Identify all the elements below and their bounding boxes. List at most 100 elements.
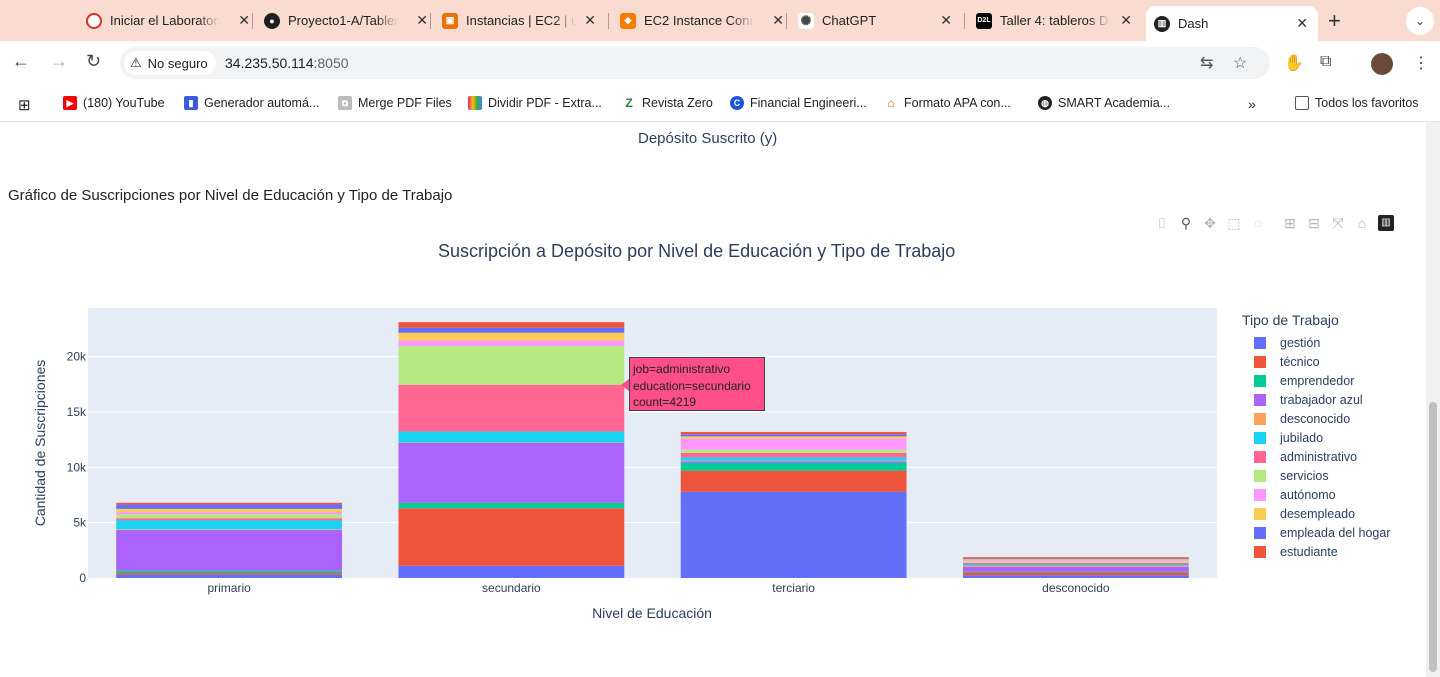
bar-segment[interactable] <box>398 327 625 333</box>
bookmark-formato-apa[interactable]: ⌂ Formato APA con... <box>884 96 1011 110</box>
bar-segment[interactable] <box>398 565 625 578</box>
legend-item[interactable]: desconocido <box>1242 409 1391 428</box>
bar-segment[interactable] <box>116 514 343 519</box>
bar-segment[interactable] <box>680 461 907 463</box>
bar-segment[interactable] <box>962 566 1189 572</box>
legend-item[interactable]: servicios <box>1242 466 1391 485</box>
translate-icon[interactable]: ⇆ <box>1200 53 1213 73</box>
bar-segment[interactable] <box>398 443 625 503</box>
forward-arrow-icon[interactable]: → <box>50 51 68 72</box>
bar-segment[interactable] <box>962 565 1189 567</box>
star-bookmark-icon[interactable]: ☆ <box>1233 53 1247 73</box>
legend-item[interactable]: emprendedor <box>1242 371 1391 390</box>
bar-segment[interactable] <box>398 384 625 432</box>
bar-segment[interactable] <box>116 529 343 571</box>
legend-item[interactable]: administrativo <box>1242 447 1391 466</box>
legend-item[interactable]: empleada del hogar <box>1242 523 1391 542</box>
bar-segment[interactable] <box>962 558 1189 560</box>
apps-grid-icon[interactable]: ⊞ <box>18 96 31 114</box>
bar-segment[interactable] <box>680 462 907 471</box>
bar-segment[interactable] <box>398 340 625 346</box>
bar-segment[interactable] <box>962 564 1189 566</box>
bar-segment[interactable] <box>116 508 343 513</box>
profile-avatar[interactable] <box>1371 53 1393 75</box>
bar-segment[interactable] <box>680 434 907 437</box>
bar-segment[interactable] <box>116 573 343 575</box>
page-scrollbar[interactable] <box>1426 122 1440 677</box>
bookmark-smart-academia[interactable]: ◍ SMART Academia... <box>1038 96 1170 110</box>
extension-icon[interactable]: ✋ <box>1284 53 1304 73</box>
tab-chatgpt[interactable]: ✺ ChatGPT ✕ <box>798 6 958 35</box>
close-icon[interactable]: ✕ <box>1296 15 1308 32</box>
bookmark-youtube[interactable]: ▶ (180) YouTube <box>63 96 165 110</box>
tab-ec2-instance-connect[interactable]: ◆ EC2 Instance Connect ✕ <box>620 6 790 35</box>
legend-item[interactable]: autónomo <box>1242 485 1391 504</box>
bar-segment[interactable] <box>680 457 907 461</box>
bar-segment[interactable] <box>398 508 625 566</box>
address-bar[interactable]: ⚠ No seguro 34.235.50.114:8050 ⇆ ☆ <box>120 47 1270 79</box>
back-arrow-icon[interactable]: ← <box>12 51 30 72</box>
bar-segment[interactable] <box>680 436 907 439</box>
bar-segment[interactable] <box>680 449 907 453</box>
legend-item[interactable]: estudiante <box>1242 542 1391 561</box>
bar-segment[interactable] <box>680 470 907 492</box>
tab-instancias-ec2[interactable]: ▣ Instancias | EC2 | us-east-1 ✕ <box>442 6 602 35</box>
close-icon[interactable]: ✕ <box>416 12 428 29</box>
bar-segment[interactable] <box>962 560 1189 562</box>
new-tab-plus-icon[interactable]: + <box>1328 8 1341 34</box>
bar-segment[interactable] <box>116 504 343 509</box>
bar-segment[interactable] <box>962 572 1189 576</box>
bar-segment[interactable] <box>116 518 343 521</box>
bar-segment[interactable] <box>398 322 625 328</box>
bar-segment[interactable] <box>398 345 625 385</box>
puzzle-extensions-icon[interactable]: ⧉ <box>1320 53 1331 71</box>
more-bookmarks-chevron-icon[interactable]: » <box>1248 96 1256 112</box>
bar-segment[interactable] <box>398 431 625 443</box>
tab-taller4[interactable]: D2L Taller 4: tableros Dash ✕ <box>976 6 1138 35</box>
reload-icon[interactable]: ↻ <box>86 51 101 72</box>
bar-segment[interactable] <box>398 332 625 341</box>
bar-segment[interactable] <box>116 502 343 505</box>
url-text[interactable]: 34.235.50.114:8050 <box>225 55 349 71</box>
bar-segment[interactable] <box>680 438 907 450</box>
bookmark-revista-zero[interactable]: Z Revista Zero <box>622 96 713 110</box>
close-icon[interactable]: ✕ <box>238 12 250 29</box>
close-icon[interactable]: ✕ <box>772 12 784 29</box>
bar-segment[interactable] <box>116 574 343 578</box>
bar-segment[interactable] <box>962 559 1189 561</box>
bar-segment[interactable] <box>680 491 907 578</box>
tab-iniciar-laboratorio[interactable]: Iniciar el Laboratorio ✕ <box>86 6 256 35</box>
legend-item[interactable]: técnico <box>1242 352 1391 371</box>
legend-item[interactable]: trabajador azul <box>1242 390 1391 409</box>
bookmark-financial-engineering[interactable]: C Financial Engineeri... <box>730 96 867 110</box>
bar-segment[interactable] <box>116 529 343 530</box>
bar-segment[interactable] <box>680 452 907 458</box>
close-icon[interactable]: ✕ <box>584 12 596 29</box>
legend-item[interactable]: desempleado <box>1242 504 1391 523</box>
bar-segment[interactable] <box>680 431 907 435</box>
bar-segment[interactable] <box>680 460 907 462</box>
bar-segment[interactable] <box>116 520 343 530</box>
more-menu-icon[interactable]: ⋮ <box>1413 53 1429 73</box>
legend-item[interactable]: gestión <box>1242 333 1391 352</box>
all-bookmarks-folder[interactable]: Todos los favoritos <box>1295 96 1419 110</box>
bar-segment[interactable] <box>398 502 625 509</box>
bar-segment[interactable] <box>962 571 1189 573</box>
bar-segment[interactable] <box>116 512 343 515</box>
bookmark-merge-pdf[interactable]: ⧉ Merge PDF Files <box>338 96 452 110</box>
tab-dash[interactable]: ▥ Dash ✕ <box>1146 6 1318 41</box>
bookmark-generador[interactable]: ▮ Generador automá... <box>184 96 319 110</box>
bar-segment[interactable] <box>398 442 625 443</box>
legend-item[interactable]: jubilado <box>1242 428 1391 447</box>
bar-segment[interactable] <box>962 575 1189 578</box>
close-icon[interactable]: ✕ <box>1120 12 1132 29</box>
bar-segment[interactable] <box>962 557 1189 559</box>
security-chip[interactable]: ⚠ No seguro <box>124 51 216 75</box>
bar-segment[interactable] <box>962 561 1189 563</box>
bookmark-dividir-pdf[interactable]: Dividir PDF - Extra... <box>468 96 602 110</box>
bar-segment[interactable] <box>962 562 1189 565</box>
scrollbar-thumb[interactable] <box>1429 402 1437 672</box>
bar-segment[interactable] <box>116 570 343 574</box>
close-icon[interactable]: ✕ <box>940 12 952 29</box>
chevron-down-icon[interactable]: ⌄ <box>1406 7 1434 35</box>
